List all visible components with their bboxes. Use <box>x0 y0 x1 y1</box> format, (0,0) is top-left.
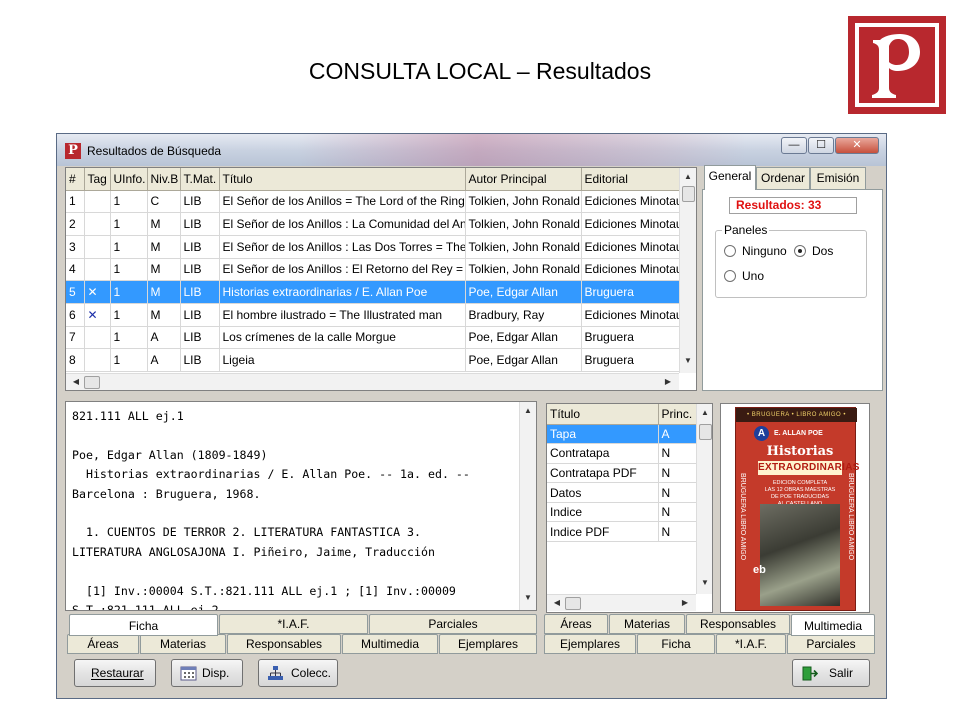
window-titlebar[interactable]: P Resultados de Búsqueda — ☐ ✕ <box>57 134 886 166</box>
col-header-number[interactable]: # <box>66 168 85 191</box>
tab-iaf[interactable]: *I.A.F. <box>219 614 368 634</box>
table-row[interactable]: 4 1 M LIB El Señor de los Anillos : El Retor… <box>66 258 681 282</box>
col-header-tag[interactable]: Tag <box>84 168 111 191</box>
list-item-selected[interactable]: Tapa A <box>547 424 698 445</box>
table-row[interactable]: 7 1 A LIB Los crímenes de la calle Morgue Poe… <box>66 326 681 350</box>
radio-ninguno[interactable] <box>724 245 736 257</box>
table-row[interactable]: 6 ✕ 1 M LIB El hombre ilustrado = The Illustr… <box>66 303 681 327</box>
close-button[interactable]: ✕ <box>835 137 879 154</box>
tab-ejemplares[interactable]: Ejemplares <box>439 634 537 654</box>
multimedia-grid[interactable]: Título Princ. Tapa A Contratapa N Contrata… <box>546 403 713 613</box>
col-header-editorial[interactable]: Editorial <box>581 168 681 191</box>
table-row[interactable]: 3 1 M LIB El Señor de los Anillos : Las Dos … <box>66 235 681 259</box>
table-row[interactable]: 2 1 M LIB El Señor de los Anillos : La Comun… <box>66 212 681 236</box>
col-header-tmat[interactable]: T.Mat. <box>180 168 220 191</box>
col-header-titulo[interactable]: Título <box>219 168 466 191</box>
scroll-right-icon[interactable]: ▶ <box>677 598 693 607</box>
tab-materias-right[interactable]: Materias <box>609 614 685 634</box>
disp-button[interactable]: Disp. <box>171 659 243 687</box>
tab-multimedia-right[interactable]: Multimedia <box>791 614 875 636</box>
tab-materias[interactable]: Materias <box>140 634 226 654</box>
list-item[interactable]: Datos N <box>547 482 698 503</box>
results-window: P Resultados de Búsqueda — ☐ ✕ # Tag UIn… <box>56 133 887 699</box>
col-header-uinfo[interactable]: UInfo. <box>110 168 148 191</box>
results-grid[interactable]: # Tag UInfo. Niv.B T.Mat. Título Autor P… <box>65 167 697 391</box>
grid-vertical-scrollbar[interactable]: ▲ ▼ <box>679 168 696 373</box>
app-icon: P <box>65 143 81 159</box>
mm-horizontal-scrollbar[interactable]: ◀ ▶ <box>547 594 696 611</box>
options-panel: General Ordenar Emisión Resultados: 33 P… <box>702 165 883 391</box>
tab-parciales[interactable]: Parciales <box>369 614 537 634</box>
scroll-down-icon[interactable]: ▼ <box>680 356 696 365</box>
minimize-button[interactable]: — <box>781 137 807 154</box>
table-row[interactable]: 1 1 C LIB El Señor de los Anillos = The Lord… <box>66 190 681 214</box>
radio-dos[interactable] <box>794 245 806 257</box>
window-title: Resultados de Búsqueda <box>87 144 222 158</box>
radio-uno[interactable] <box>724 270 736 282</box>
ficha-text-area[interactable]: 821.111 ALL ej.1 Poe, Edgar Allan (1809-… <box>65 401 537 611</box>
radio-dos-label[interactable]: Dos <box>812 244 833 258</box>
list-item[interactable]: Contratapa N <box>547 443 698 464</box>
logo-p-icon <box>872 34 920 98</box>
tab-areas[interactable]: Áreas <box>67 634 139 654</box>
scroll-thumb[interactable] <box>699 424 712 440</box>
logo <box>848 16 946 114</box>
cover-illustration <box>760 504 840 606</box>
calendar-icon <box>180 666 197 681</box>
results-count: Resultados: 33 <box>729 197 857 214</box>
scroll-down-icon[interactable]: ▼ <box>520 593 536 602</box>
list-item[interactable]: Contratapa PDF N <box>547 463 698 484</box>
paneles-label: Paneles <box>722 223 770 237</box>
tab-multimedia[interactable]: Multimedia <box>342 634 438 654</box>
exit-door-icon <box>802 666 818 681</box>
maximize-button[interactable]: ☐ <box>808 137 834 154</box>
tab-iaf-right[interactable]: *I.A.F. <box>716 634 786 654</box>
scroll-down-icon[interactable]: ▼ <box>697 578 712 587</box>
tag-mark-icon[interactable]: ✕ <box>84 303 111 327</box>
book-cover-image: • BRUGUERA • LIBRO AMIGO • BRUGUERA LIBR… <box>735 407 859 611</box>
hierarchy-icon <box>268 666 283 680</box>
table-row[interactable]: 8 1 A LIB Ligeia Poe, Edgar Allan Bruguera <box>66 348 681 372</box>
tab-ficha[interactable]: Ficha <box>69 614 218 636</box>
col-header-autor[interactable]: Autor Principal <box>465 168 582 191</box>
tab-emision[interactable]: Emisión <box>810 167 866 189</box>
mm-vertical-scrollbar[interactable]: ▲ ▼ <box>696 404 712 594</box>
col-header-mm-princ[interactable]: Princ. <box>658 404 698 425</box>
grid-horizontal-scrollbar[interactable]: ◀ ▶ <box>66 373 679 390</box>
scroll-thumb[interactable] <box>84 376 100 389</box>
scroll-right-icon[interactable]: ▶ <box>660 377 676 386</box>
radio-ninguno-label[interactable]: Ninguno <box>742 244 787 258</box>
col-header-nivb[interactable]: Niv.B <box>147 168 181 191</box>
scroll-left-icon[interactable]: ◀ <box>68 377 84 386</box>
tab-ordenar[interactable]: Ordenar <box>756 167 810 189</box>
restaurar-button[interactable]: Restaurar <box>74 659 156 687</box>
scroll-up-icon[interactable]: ▲ <box>697 408 712 417</box>
scroll-left-icon[interactable]: ◀ <box>549 598 565 607</box>
scroll-up-icon[interactable]: ▲ <box>520 406 536 415</box>
tag-mark-icon[interactable]: ✕ <box>84 280 111 304</box>
cover-image-panel: • BRUGUERA • LIBRO AMIGO • BRUGUERA LIBR… <box>720 403 870 613</box>
grid-header: # Tag UInfo. Niv.B T.Mat. Título Autor P… <box>66 168 681 191</box>
ficha-text: 821.111 ALL ej.1 Poe, Edgar Allan (1809-… <box>72 409 470 611</box>
slide-title: CONSULTA LOCAL – Resultados <box>308 58 652 84</box>
scroll-thumb[interactable] <box>565 597 581 610</box>
col-header-mm-titulo[interactable]: Título <box>547 404 659 425</box>
list-item[interactable]: Indice PDF N <box>547 521 698 543</box>
tab-parciales-right[interactable]: Parciales <box>787 634 875 654</box>
tab-responsables[interactable]: Responsables <box>227 634 341 654</box>
list-item[interactable]: Indice N <box>547 502 698 523</box>
tab-areas-right[interactable]: Áreas <box>544 614 608 634</box>
salir-button[interactable]: Salir <box>792 659 870 687</box>
ficha-vertical-scrollbar[interactable]: ▲ ▼ <box>519 402 536 610</box>
colecc-button[interactable]: Colecc. <box>258 659 338 687</box>
radio-uno-label[interactable]: Uno <box>742 269 764 283</box>
scroll-up-icon[interactable]: ▲ <box>680 172 696 181</box>
tab-ficha-right[interactable]: Ficha <box>637 634 715 654</box>
tab-ejemplares-right[interactable]: Ejemplares <box>544 634 636 654</box>
scroll-thumb[interactable] <box>682 186 695 202</box>
table-row-selected[interactable]: 5 ✕ 1 M LIB Historias extraordinarias / E. Al… <box>66 280 681 304</box>
paneles-groupbox: Paneles Ninguno Dos Uno <box>715 223 867 298</box>
tab-general[interactable]: General <box>704 165 756 190</box>
tab-responsables-right[interactable]: Responsables <box>686 614 790 634</box>
